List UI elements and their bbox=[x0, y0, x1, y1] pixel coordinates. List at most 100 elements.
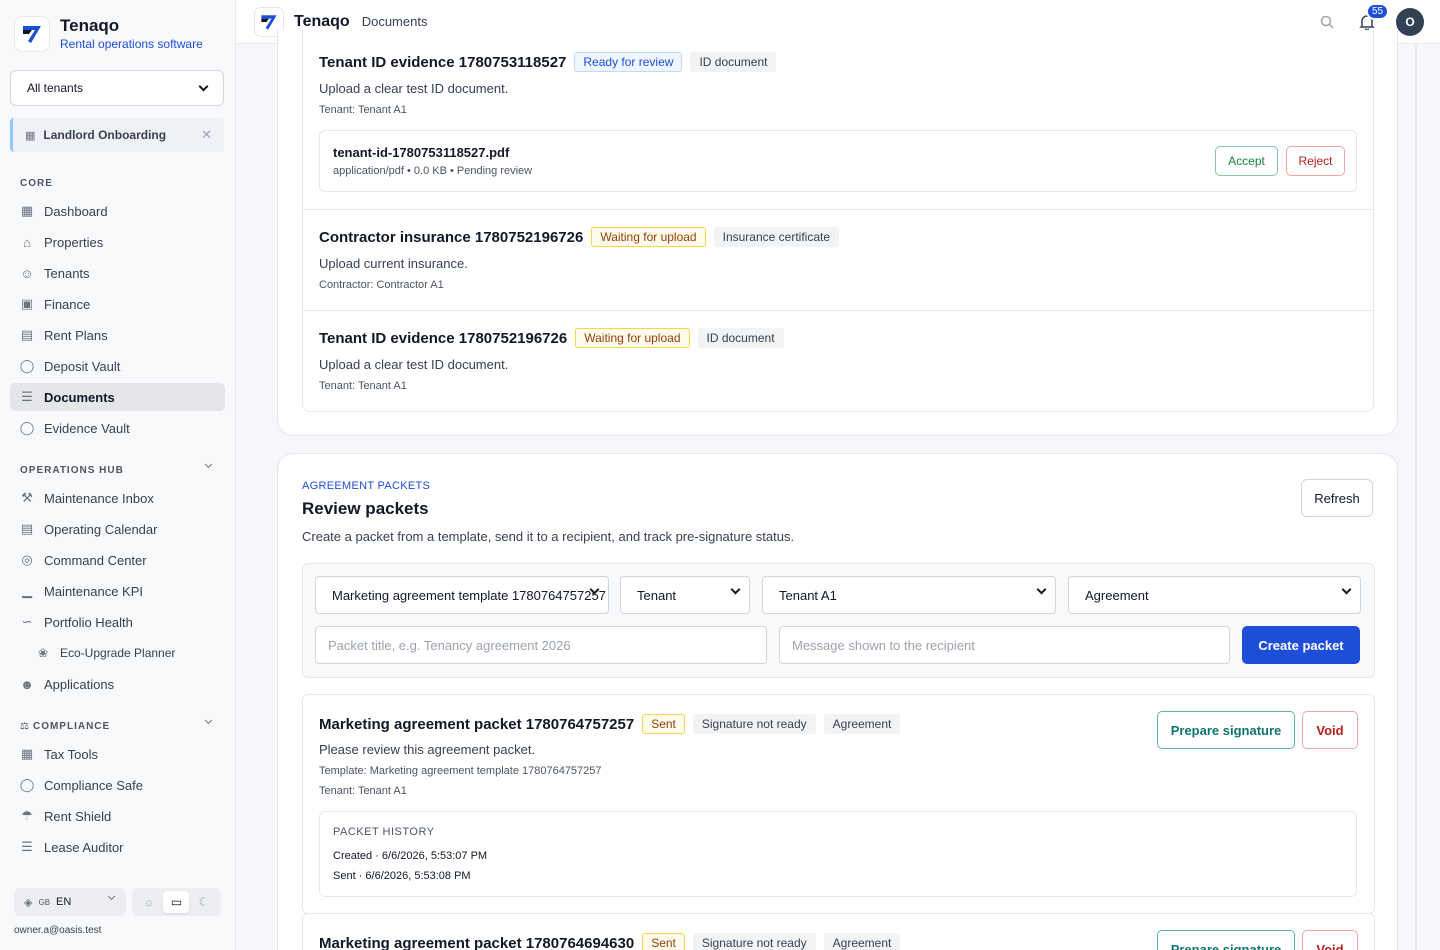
nav-tax-tools[interactable]: ▦ Tax Tools bbox=[10, 740, 225, 768]
chevron-down-icon bbox=[204, 460, 213, 469]
nav-compliance-safe[interactable]: ◯ Compliance Safe bbox=[10, 771, 225, 799]
recipient-message-input[interactable]: Message shown to the recipient bbox=[779, 626, 1230, 664]
umbrella-icon: ☂ bbox=[21, 808, 33, 823]
template-select[interactable]: Marketing agreement template 17807647572… bbox=[315, 576, 609, 614]
chevron-down-icon bbox=[730, 584, 741, 595]
accept-button[interactable]: Accept bbox=[1215, 146, 1278, 176]
create-packet-form: Marketing agreement template 17807647572… bbox=[302, 563, 1375, 678]
request-meta: Contractor: Contractor A1 bbox=[319, 279, 444, 291]
agreement-packets-card: AGREEMENT PACKETS Review packets Create … bbox=[277, 453, 1398, 950]
type-badge: ID document bbox=[690, 52, 777, 72]
nav-maintenance-kpi[interactable]: ▁ Maintenance KPI bbox=[10, 577, 225, 605]
history-entry: Created · 6/6/2026, 5:53:07 PM bbox=[333, 850, 488, 862]
wrench-icon: ⚒ bbox=[21, 490, 33, 505]
file-meta: application/pdf • 0.0 KB • Pending revie… bbox=[333, 165, 533, 177]
nav-command-center[interactable]: ◎ Command Center bbox=[10, 546, 225, 574]
theme-switcher: ☼ ▭ ☾ bbox=[132, 888, 221, 916]
list-item: Tenant ID evidence 1780753118527 Ready f… bbox=[303, 30, 1373, 210]
leaf-icon: ❀ bbox=[37, 646, 49, 660]
shield-check-icon: ◯ bbox=[19, 420, 35, 435]
kind-badge: Agreement bbox=[823, 933, 901, 950]
nav-rent-plans[interactable]: ▤ Rent Plans bbox=[10, 321, 225, 349]
nav-lease-auditor[interactable]: ☰ Lease Auditor bbox=[10, 833, 225, 861]
nav-maintenance-inbox[interactable]: ⚒ Maintenance Inbox bbox=[10, 484, 225, 512]
void-button[interactable]: Void bbox=[1302, 930, 1358, 950]
template-select-value: Marketing agreement template 17807647572… bbox=[332, 587, 606, 603]
moon-icon[interactable]: ☾ bbox=[191, 891, 217, 913]
nav-eco-upgrade-planner[interactable]: ❀ Eco-Upgrade Planner bbox=[10, 639, 225, 667]
list-item: Tenant ID evidence 1780752196726 Waiting… bbox=[303, 311, 1373, 411]
user-plus-icon: ☻ bbox=[20, 676, 34, 692]
language-flag: GB bbox=[38, 897, 51, 907]
packet-kind-select[interactable]: Agreement bbox=[1068, 576, 1361, 614]
nav-rent-shield[interactable]: ☂ Rent Shield bbox=[10, 802, 225, 830]
document-requests-list: Tenant ID evidence 1780753118527 Ready f… bbox=[302, 30, 1374, 412]
brand[interactable]: Tenaqo Rental operations software bbox=[14, 16, 203, 52]
file-item: tenant-id-1780753118527.pdf application/… bbox=[319, 130, 1357, 192]
request-title: Tenant ID evidence 1780753118527 bbox=[319, 53, 567, 71]
packet-item: Marketing agreement packet 1780764757257… bbox=[302, 694, 1375, 914]
request-description: Upload a clear test ID document. bbox=[319, 357, 509, 372]
packet-tenant: Tenant: Tenant A1 bbox=[319, 785, 407, 797]
section-eyebrow: AGREEMENT PACKETS bbox=[302, 480, 431, 492]
nav-properties[interactable]: ⌂ Properties bbox=[10, 228, 225, 256]
nav-operating-calendar[interactable]: ▤ Operating Calendar bbox=[10, 515, 225, 543]
recipient-value: Tenant A1 bbox=[779, 587, 837, 603]
prepare-signature-button[interactable]: Prepare signature bbox=[1157, 711, 1295, 749]
nav-deposit-vault[interactable]: ◯ Deposit Vault bbox=[10, 352, 225, 380]
nav-finance[interactable]: ▣ Finance bbox=[10, 290, 225, 318]
wallet-icon: ▣ bbox=[20, 296, 34, 311]
target-icon: ◎ bbox=[21, 552, 33, 567]
nav-tenants[interactable]: ☺ Tenants bbox=[10, 259, 225, 287]
home-icon: ⌂ bbox=[23, 234, 31, 250]
tenant-filter-value: All tenants bbox=[27, 81, 84, 95]
monitor-icon[interactable]: ▭ bbox=[163, 891, 190, 913]
close-icon[interactable]: ✕ bbox=[201, 127, 212, 143]
void-button[interactable]: Void bbox=[1302, 711, 1358, 749]
signature-badge: Signature not ready bbox=[692, 933, 816, 950]
file-search-icon: ☰ bbox=[21, 839, 33, 854]
recipient-type-value: Tenant bbox=[637, 587, 677, 603]
list-item: Contractor insurance 1780752196726 Waiti… bbox=[303, 210, 1373, 311]
users-icon: ☺ bbox=[20, 265, 34, 281]
language-select[interactable]: ◈ GB EN bbox=[14, 888, 126, 916]
brand-name: Tenaqo bbox=[60, 16, 120, 35]
shield-icon: ◯ bbox=[19, 358, 35, 373]
prepare-signature-button[interactable]: Prepare signature bbox=[1157, 930, 1295, 950]
calendar-icon: ▤ bbox=[20, 521, 34, 536]
scrollbar-track[interactable] bbox=[1415, 44, 1417, 950]
nav-portfolio-health[interactable]: ∽ Portfolio Health bbox=[10, 608, 225, 636]
refresh-button[interactable]: Refresh bbox=[1301, 479, 1373, 517]
packet-item: Marketing agreement packet 1780764694630… bbox=[302, 913, 1375, 950]
globe-icon: ◈ bbox=[24, 896, 33, 909]
packet-kind-value: Agreement bbox=[1085, 587, 1149, 603]
create-packet-button[interactable]: Create packet bbox=[1242, 626, 1360, 664]
status-badge: Waiting for upload bbox=[591, 227, 706, 247]
onboarding-label: Landlord Onboarding bbox=[43, 128, 167, 142]
nav-dashboard[interactable]: ▦ Dashboard bbox=[10, 197, 225, 225]
grid-icon: ▦ bbox=[20, 203, 34, 218]
recipient-type-select[interactable]: Tenant bbox=[620, 576, 750, 614]
reject-button[interactable]: Reject bbox=[1286, 146, 1345, 176]
nav-documents[interactable]: ☰ Documents bbox=[10, 383, 225, 411]
shield-icon: ◯ bbox=[19, 777, 35, 792]
breadcrumb: Documents bbox=[361, 14, 428, 29]
file-name[interactable]: tenant-id-1780753118527.pdf bbox=[333, 145, 509, 160]
topbar-title: Tenaqo bbox=[294, 12, 350, 30]
section-compliance[interactable]: ⚖ COMPLIANCE bbox=[20, 716, 213, 732]
chevron-down-icon bbox=[198, 81, 209, 91]
type-badge: ID document bbox=[697, 328, 784, 348]
signature-badge: Signature not ready bbox=[692, 714, 816, 734]
avatar[interactable]: O bbox=[1396, 8, 1424, 36]
recipient-select[interactable]: Tenant A1 bbox=[762, 576, 1056, 614]
nav-applications[interactable]: ☻ Applications bbox=[10, 670, 225, 698]
history-entry: Sent · 6/6/2026, 5:53:08 PM bbox=[333, 870, 471, 882]
sun-icon[interactable]: ☼ bbox=[136, 891, 162, 913]
section-operations-hub[interactable]: OPERATIONS HUB bbox=[20, 460, 213, 476]
onboarding-banner[interactable]: ▦ Landlord Onboarding ✕ bbox=[10, 118, 224, 152]
tenant-filter-select[interactable]: All tenants bbox=[10, 70, 224, 106]
request-meta: Tenant: Tenant A1 bbox=[319, 104, 407, 116]
nav-evidence-vault[interactable]: ◯ Evidence Vault bbox=[10, 414, 225, 442]
packet-title-input[interactable]: Packet title, e.g. Tenancy agreement 202… bbox=[315, 626, 767, 664]
search-icon[interactable] bbox=[1320, 15, 1334, 29]
